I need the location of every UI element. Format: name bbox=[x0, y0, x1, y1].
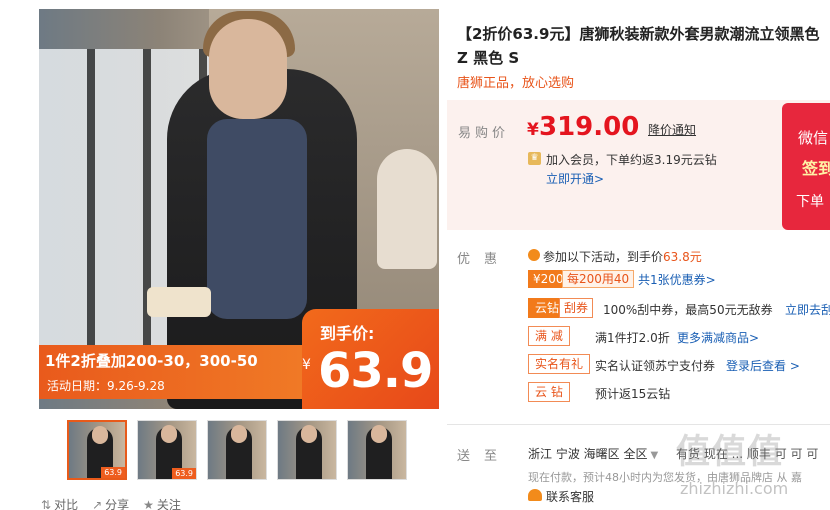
cloud-diamond-return-text: 预计返15云钻 bbox=[595, 387, 671, 401]
follow-label: 关注 bbox=[156, 498, 181, 510]
wechat-signin-banner[interactable]: 微信 签到 下单 bbox=[782, 103, 830, 230]
promo-label: 优惠 bbox=[457, 252, 512, 267]
coupon-more-link[interactable]: 共1张优惠券> bbox=[638, 271, 716, 288]
promo-head-price: 63.8元 bbox=[663, 250, 702, 264]
price-value: 319.00 bbox=[539, 112, 640, 142]
location-text: 浙江 宁波 海曙区 全区 bbox=[528, 447, 648, 461]
ship-to-label: 送至 bbox=[457, 449, 512, 464]
full-reduction-tag: 满 减 bbox=[528, 326, 570, 346]
thumbnail-1[interactable]: 63.9 bbox=[67, 420, 127, 480]
scratch-text: 100%刮中券，最高50元无敌券 bbox=[603, 303, 773, 317]
watermark-url: zhizhizhi.com bbox=[680, 479, 789, 498]
chevron-down-icon: ▼ bbox=[650, 450, 659, 461]
vip-cashback-text: 加入会员，下单约返3.19元云钻 bbox=[546, 153, 717, 167]
compare-button[interactable]: ⇅ 对比 bbox=[41, 496, 78, 510]
cloud-diamond-return-tag: 云 钻 bbox=[528, 382, 570, 402]
price-drop-notice-link[interactable]: 降价通知 bbox=[648, 121, 696, 138]
activity-icon bbox=[528, 249, 540, 261]
thumbnail-strip: 63.9 63.9 bbox=[67, 420, 407, 480]
follow-button[interactable]: ★ 关注 bbox=[143, 496, 181, 510]
banner-date-text: 活动日期：9.26-9.28 bbox=[47, 379, 165, 393]
thumb-head bbox=[301, 425, 317, 443]
promo-head-prefix: 参加以下活动，到手价 bbox=[543, 250, 664, 264]
real-name-link[interactable]: 登录后查看 > bbox=[726, 357, 800, 374]
compare-label: 对比 bbox=[54, 498, 79, 510]
price-currency: ¥ bbox=[527, 120, 539, 140]
thumb-head bbox=[92, 426, 108, 444]
price-box: 易购价 ¥ 319.00 降价通知 ♛ 加入会员，下单约返3.19元云钻 立即开… bbox=[447, 100, 830, 230]
promo-head: 参加以下活动，到手价63.8元 bbox=[543, 248, 702, 265]
final-price-currency: ¥ bbox=[302, 357, 311, 373]
signin-label: 签到 bbox=[802, 159, 830, 178]
customer-service-link[interactable]: 联系客服 bbox=[546, 488, 594, 505]
compare-icon: ⇅ bbox=[41, 498, 52, 510]
background-statue bbox=[377, 149, 437, 269]
thumb-head bbox=[371, 425, 387, 443]
telephone-prop bbox=[147, 287, 211, 317]
watermark: 值值值 bbox=[676, 432, 784, 472]
promo-banner: 1件2折叠加200-30，300-50 活动日期：9.26-9.28 bbox=[39, 345, 309, 399]
crown-icon: ♛ bbox=[528, 152, 541, 165]
real-name-tag: 实名有礼 bbox=[528, 354, 591, 374]
wechat-label: 微信 bbox=[798, 129, 829, 147]
share-icon: ↗ bbox=[92, 498, 103, 510]
thumbnail-3[interactable] bbox=[207, 420, 267, 480]
full-reduction-text: 满1件打2.0折 bbox=[595, 331, 670, 345]
share-button[interactable]: ↗ 分享 bbox=[92, 496, 129, 510]
thumbnail-2[interactable]: 63.9 bbox=[137, 420, 197, 480]
final-price-badge: 到手价: ¥ 63.9 bbox=[302, 309, 439, 409]
star-icon: ★ bbox=[143, 498, 154, 510]
order-label: 下单 bbox=[796, 194, 824, 210]
scratch-link[interactable]: 立即去刮 bbox=[785, 301, 830, 318]
location-selector[interactable]: 浙江 宁波 海曙区 全区 ▼ bbox=[528, 445, 658, 462]
customer-service-icon bbox=[528, 489, 542, 501]
banner-promo-text: 1件2折叠加200-30，300-50 bbox=[45, 352, 258, 370]
thumbnail-5[interactable] bbox=[347, 420, 407, 480]
product-title: 【2折价63.9元】唐狮秋装新款外套男款潮流立领黑色 bbox=[457, 25, 820, 43]
share-label: 分享 bbox=[105, 498, 130, 510]
final-price-label: 到手价: bbox=[320, 324, 375, 343]
thumb-price-badge: 63.9 bbox=[172, 468, 196, 479]
product-subtitle: 唐狮正品，放心选购 bbox=[457, 76, 575, 91]
vip-open-link[interactable]: 立即开通> bbox=[546, 170, 604, 187]
model-hoodie bbox=[207, 119, 307, 319]
product-title-line2: Z 黑色 S bbox=[457, 49, 520, 67]
price-label: 易购价 bbox=[458, 126, 510, 141]
main-product-image[interactable]: 1件2折叠加200-30，300-50 活动日期：9.26-9.28 到手价: … bbox=[39, 9, 439, 409]
real-name-text: 实名认证领苏宁支付券 bbox=[595, 359, 716, 373]
coupon-condition[interactable]: 每200用40 bbox=[562, 270, 635, 288]
thumb-head bbox=[161, 425, 177, 443]
full-reduction-link[interactable]: 更多满减商品> bbox=[677, 329, 759, 346]
scratch-tag: 刮券 bbox=[559, 298, 594, 318]
final-price-value: 63.9 bbox=[318, 343, 433, 399]
thumb-price-badge: 63.9 bbox=[101, 467, 125, 478]
thumbnail-4[interactable] bbox=[277, 420, 337, 480]
gallery-actions: ⇅ 对比 ↗ 分享 ★ 关注 bbox=[41, 496, 181, 510]
thumb-head bbox=[231, 425, 247, 443]
model-head bbox=[209, 19, 287, 119]
